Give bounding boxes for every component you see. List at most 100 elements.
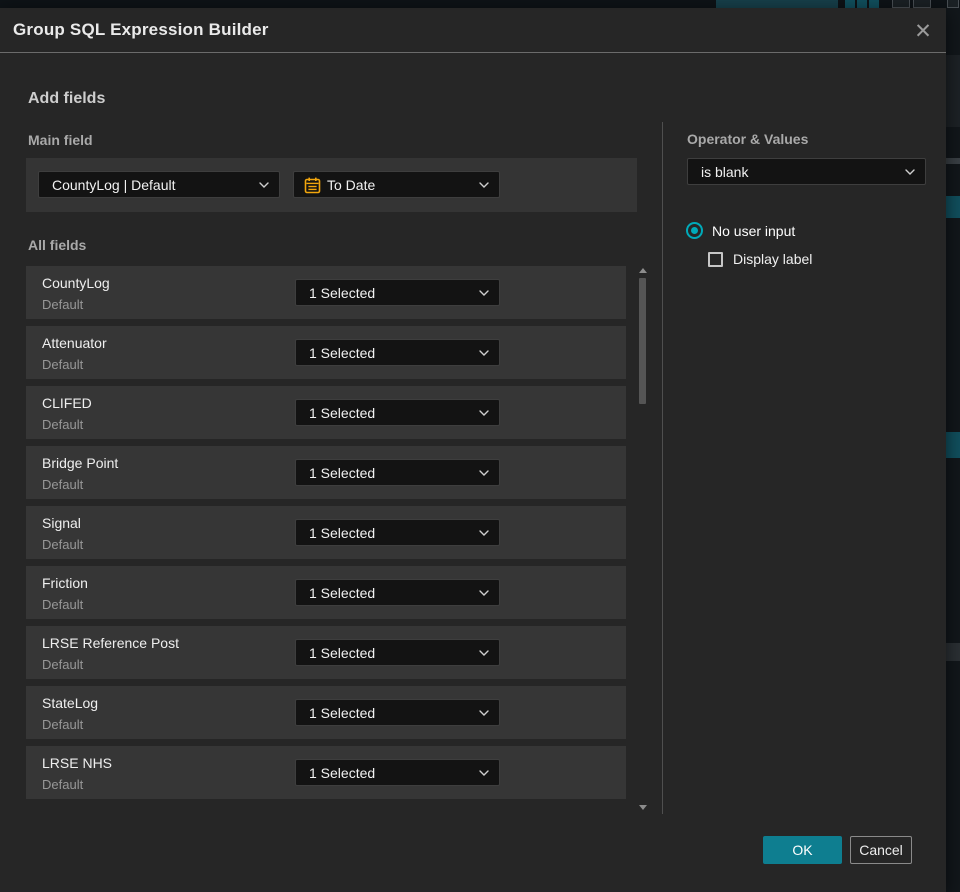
add-fields-heading: Add fields <box>28 90 106 107</box>
close-icon[interactable]: ✕ <box>908 16 938 46</box>
chevron-down-icon <box>905 168 915 175</box>
field-subtitle: Default <box>42 717 84 732</box>
chevron-down-icon <box>479 409 489 416</box>
chevron-down-icon <box>479 589 489 596</box>
field-subtitle: Default <box>42 537 84 552</box>
field-row: LRSE Reference Post Default 1 Selected <box>26 626 626 679</box>
field-subtitle: Default <box>42 657 84 672</box>
background-fragment <box>946 158 960 164</box>
field-values-dropdown-value: 1 Selected <box>309 644 376 661</box>
field-name: LRSE NHS <box>42 755 113 771</box>
field-values-dropdown-value: 1 Selected <box>309 284 376 301</box>
field-name: StateLog <box>42 695 99 711</box>
main-field-panel: CountyLog | Default To Date <box>26 158 637 212</box>
field-row: Friction Default 1 Selected <box>26 566 626 619</box>
no-user-input-label: No user input <box>712 222 796 239</box>
background-toolbar-button <box>857 0 867 8</box>
field-values-dropdown-value: 1 Selected <box>309 764 376 781</box>
field-values-dropdown[interactable]: 1 Selected <box>295 279 500 306</box>
field-values-dropdown[interactable]: 1 Selected <box>295 459 500 486</box>
chevron-down-icon <box>479 649 489 656</box>
chevron-down-icon <box>479 529 489 536</box>
field-values-dropdown[interactable]: 1 Selected <box>295 399 500 426</box>
field-values-dropdown-value: 1 Selected <box>309 464 376 481</box>
cancel-button[interactable]: Cancel <box>850 836 912 864</box>
chevron-down-icon <box>479 289 489 296</box>
chevron-down-icon <box>479 181 489 188</box>
field-name: CountyLog <box>42 275 110 291</box>
list-scrollbar[interactable] <box>638 266 648 812</box>
live-view-button[interactable]: Live view <box>716 0 838 8</box>
field-row: Signal Default 1 Selected <box>26 506 626 559</box>
field-subtitle: Default <box>42 297 84 312</box>
all-fields-label: All fields <box>28 237 87 253</box>
operator-dropdown[interactable]: is blank <box>687 158 926 185</box>
field-name: Signal <box>42 515 81 531</box>
field-values-dropdown-value: 1 Selected <box>309 344 376 361</box>
field-name: Attenuator <box>42 335 107 351</box>
background-toolbar-button <box>892 0 910 8</box>
background-fragment <box>946 643 960 661</box>
field-values-dropdown[interactable]: 1 Selected <box>295 519 500 546</box>
group-sql-expression-builder-dialog: Group SQL Expression Builder ✕ Add field… <box>0 8 946 892</box>
field-row: LRSE NHS Default 1 Selected <box>26 746 626 799</box>
display-label-checkbox[interactable]: Display label <box>708 251 812 267</box>
display-label-text: Display label <box>733 251 813 267</box>
ok-button[interactable]: OK <box>763 836 842 864</box>
background-fragment <box>946 196 960 218</box>
field-subtitle: Default <box>42 597 84 612</box>
background-fragment <box>946 432 960 458</box>
background-app-toolbar: Live view <box>0 0 960 8</box>
background-toolbar-button <box>869 0 879 8</box>
operator-values-label: Operator & Values <box>687 131 809 147</box>
scrollbar-thumb[interactable] <box>639 278 646 404</box>
no-user-input-radio[interactable]: No user input <box>686 222 795 239</box>
operator-dropdown-value: is blank <box>701 163 749 180</box>
dialog-header: Group SQL Expression Builder ✕ <box>0 8 946 53</box>
date-field-dropdown[interactable]: To Date <box>293 171 500 198</box>
field-row: Attenuator Default 1 Selected <box>26 326 626 379</box>
main-field-dropdown-value: CountyLog | Default <box>52 176 176 193</box>
chevron-down-icon <box>479 769 489 776</box>
field-values-dropdown-value: 1 Selected <box>309 524 376 541</box>
field-subtitle: Default <box>42 357 84 372</box>
field-values-dropdown[interactable]: 1 Selected <box>295 339 500 366</box>
scroll-down-icon[interactable] <box>639 805 647 810</box>
field-subtitle: Default <box>42 477 84 492</box>
field-subtitle: Default <box>42 417 84 432</box>
background-app-edge <box>946 8 960 892</box>
field-row: CLIFED Default 1 Selected <box>26 386 626 439</box>
chevron-down-icon <box>259 181 269 188</box>
field-values-dropdown[interactable]: 1 Selected <box>295 639 500 666</box>
field-values-dropdown[interactable]: 1 Selected <box>295 759 500 786</box>
field-name: Friction <box>42 575 88 591</box>
live-view-label: Live view <box>757 0 810 3</box>
scroll-up-icon[interactable] <box>639 268 647 273</box>
field-name: CLIFED <box>42 395 92 411</box>
field-values-dropdown[interactable]: 1 Selected <box>295 579 500 606</box>
calendar-icon <box>304 177 321 194</box>
field-name: LRSE Reference Post <box>42 635 179 651</box>
field-row: Bridge Point Default 1 Selected <box>26 446 626 499</box>
panel-divider <box>662 122 663 814</box>
checkbox-unchecked-icon <box>708 251 723 267</box>
field-row: StateLog Default 1 Selected <box>26 686 626 739</box>
chevron-down-icon <box>479 349 489 356</box>
background-toolbar-button <box>947 0 959 8</box>
field-row: CountyLog Default 1 Selected <box>26 266 626 319</box>
all-fields-list: CountyLog Default 1 Selected Attenuator … <box>26 266 626 806</box>
field-values-dropdown[interactable]: 1 Selected <box>295 699 500 726</box>
radio-selected-icon <box>686 222 703 239</box>
background-toolbar-button <box>913 0 931 8</box>
background-toolbar-button <box>845 0 855 8</box>
field-subtitle: Default <box>42 777 84 792</box>
field-values-dropdown-value: 1 Selected <box>309 404 376 421</box>
main-field-dropdown[interactable]: CountyLog | Default <box>38 171 280 198</box>
chevron-down-icon <box>479 469 489 476</box>
dialog-title: Group SQL Expression Builder <box>13 20 269 39</box>
main-field-label: Main field <box>28 132 93 148</box>
field-values-dropdown-value: 1 Selected <box>309 584 376 601</box>
field-values-dropdown-value: 1 Selected <box>309 704 376 721</box>
background-fragment <box>946 55 960 127</box>
field-name: Bridge Point <box>42 455 119 471</box>
